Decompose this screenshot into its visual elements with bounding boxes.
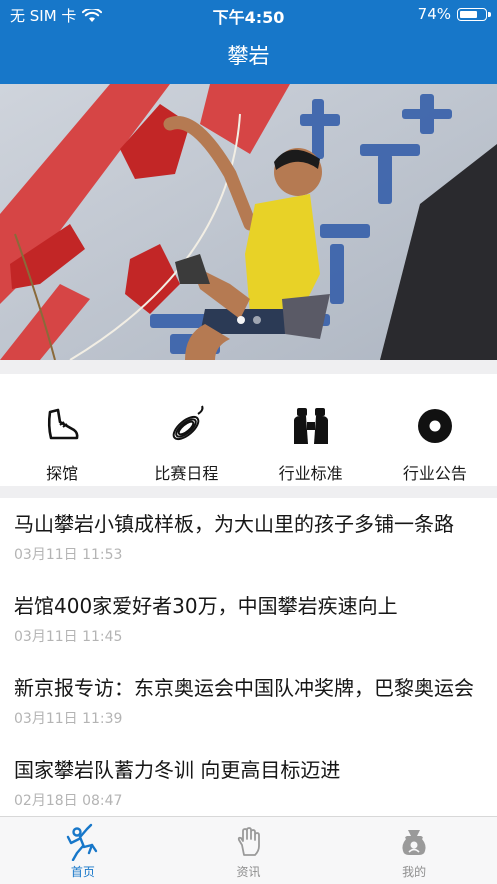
shoe-icon: [48, 408, 79, 440]
category-industry-standards[interactable]: 行业标准: [249, 374, 373, 486]
hand-icon: [237, 827, 260, 856]
news-list: 马山攀岩小镇成样板，为大山里的孩子多铺一条路 03月11日 11:53 岩馆40…: [0, 498, 497, 816]
news-date: 03月11日 11:53: [14, 547, 123, 563]
category-venue-tour[interactable]: 探馆: [0, 374, 124, 486]
category-label: 比赛日程: [154, 464, 219, 483]
carousel-dot[interactable]: [252, 316, 261, 324]
news-title: 国家攀岩队蓄力冬训 向更高目标迈进: [14, 758, 341, 782]
tab-bar: 首页 资讯 我的: [0, 816, 497, 884]
carousel-dot[interactable]: [236, 316, 245, 324]
carousel-indicator: [0, 316, 497, 324]
category-label: 行业公告: [402, 464, 467, 483]
news-title: 马山攀岩小镇成样板，为大山里的孩子多铺一条路: [14, 512, 454, 536]
category-industry-announcements[interactable]: 行业公告: [373, 374, 497, 486]
status-bar: 无 SIM 卡 下午4:50 74%: [0, 0, 497, 28]
profile-bag-icon: [402, 830, 426, 855]
tab-label: 资讯: [236, 865, 261, 879]
news-item[interactable]: 新京报专访：东京奥运会中国队冲奖牌，巴黎奥运会 03月11日 11:39: [0, 662, 497, 744]
news-date: 02月18日 08:47: [14, 793, 123, 809]
tab-label: 我的: [402, 865, 427, 879]
news-title: 岩馆400家爱好者30万，中国攀岩疾速向上: [14, 594, 398, 618]
banner-carousel[interactable]: [0, 84, 497, 360]
tab-mine[interactable]: 我的: [331, 817, 497, 884]
binoculars-icon: [293, 408, 328, 444]
section-divider: [0, 486, 497, 498]
climber-icon: [66, 823, 98, 861]
disc-icon: [417, 409, 452, 443]
page-title: 攀岩: [227, 44, 270, 68]
tab-news[interactable]: 资讯: [166, 817, 332, 884]
news-date: 03月11日 11:45: [14, 629, 123, 645]
category-grid: 探馆 比赛日程 行业标准 行业公告: [0, 374, 497, 486]
tab-home[interactable]: 首页: [0, 817, 166, 884]
tab-label: 首页: [70, 865, 95, 879]
news-item[interactable]: 岩馆400家爱好者30万，中国攀岩疾速向上 03月11日 11:45: [0, 580, 497, 662]
navigation-header: 无 SIM 卡 下午4:50 74% 攀岩: [0, 0, 497, 84]
section-divider: [0, 360, 497, 374]
news-date: 03月11日 11:39: [14, 711, 123, 727]
battery-percent: 74%: [417, 5, 451, 23]
news-item[interactable]: 国家攀岩队蓄力冬训 向更高目标迈进 02月18日 08:47: [0, 744, 497, 816]
news-item[interactable]: 马山攀岩小镇成样板，为大山里的孩子多铺一条路 03月11日 11:53: [0, 498, 497, 580]
rope-icon: [173, 405, 204, 441]
battery-icon: [457, 7, 491, 21]
category-label: 行业标准: [278, 464, 343, 483]
category-schedule[interactable]: 比赛日程: [124, 374, 248, 486]
news-title: 新京报专访：东京奥运会中国队冲奖牌，巴黎奥运会: [14, 676, 474, 700]
category-label: 探馆: [46, 464, 79, 483]
